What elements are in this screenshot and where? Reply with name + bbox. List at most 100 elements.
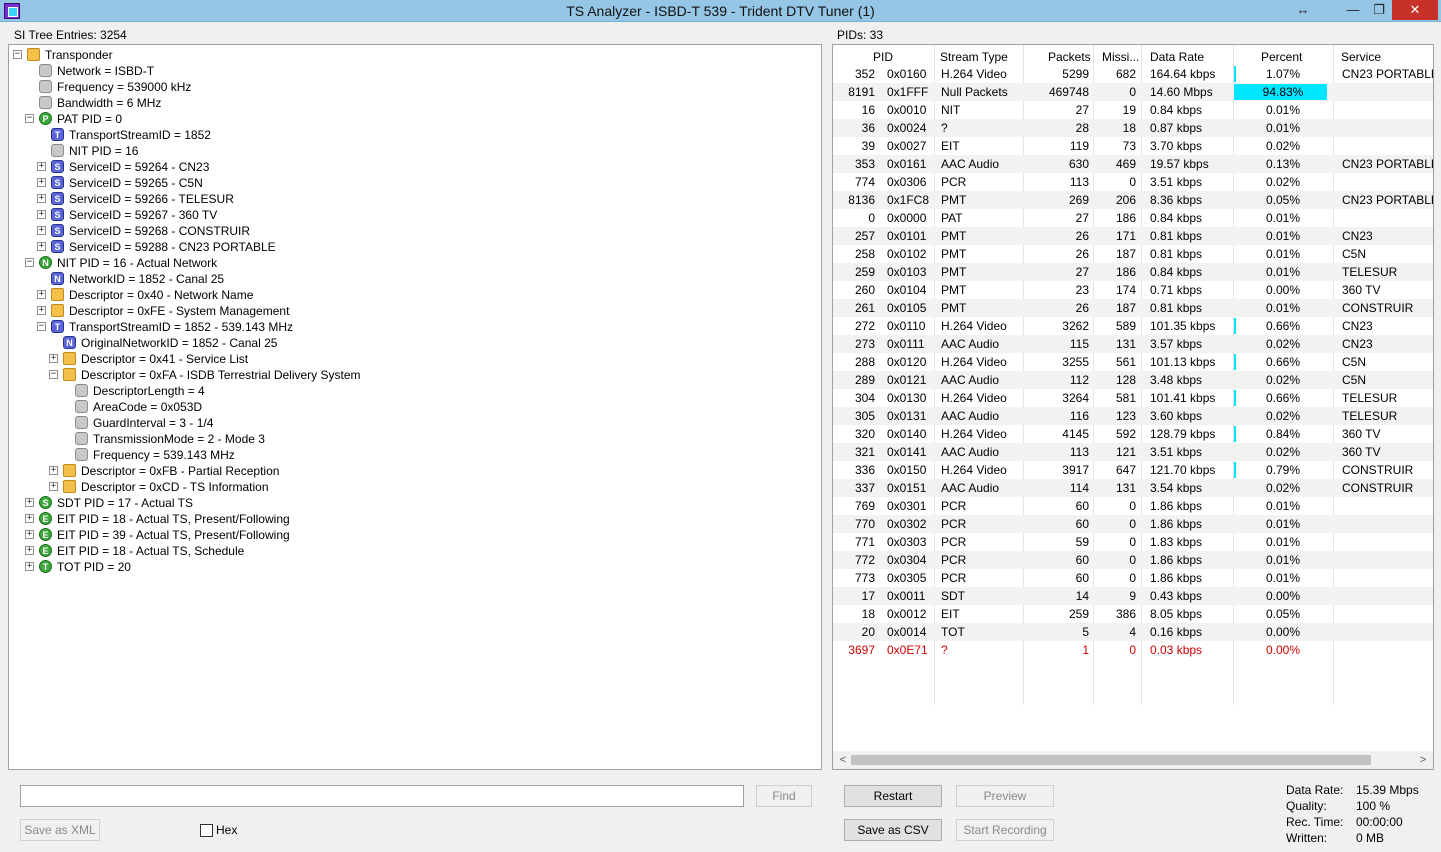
find-button[interactable]: Find xyxy=(756,785,812,807)
table-row[interactable]: 36 0x0024? 28 18 0.87 kbps 0.01% xyxy=(833,119,1433,137)
tree-node[interactable]: + E EIT PID = 18 - Actual TS, Present/Foll… xyxy=(9,511,809,527)
tree-node[interactable]: T TransportStreamID = 1852 xyxy=(9,127,809,143)
collapse-icon[interactable]: − xyxy=(37,322,46,331)
table-row[interactable]: 272 0x0110 H.264 Video 3262 589 101.35 kbps 0.… xyxy=(833,317,1433,335)
save-as-xml-button[interactable]: Save as XML xyxy=(20,819,100,841)
collapse-icon[interactable]: − xyxy=(13,50,22,59)
table-row[interactable]: 320 0x0140 H.264 Video 4145 592 128.79 kbps 0.… xyxy=(833,425,1433,443)
table-row[interactable]: 353 0x0161 AAC Audio 630 469 19.57 kbps 0.13% C… xyxy=(833,155,1433,173)
table-row[interactable]: 17 0x0011 SDT 14 9 0.43 kbps 0.00% xyxy=(833,587,1433,605)
table-row[interactable]: 273 0x0111 AAC Audio 115 131 3.57 kbps 0.02% CN… xyxy=(833,335,1433,353)
tree-node[interactable]: + Descriptor = 0xCD - TS Information xyxy=(9,479,809,495)
tree-node[interactable]: + S ServiceID = 59265 - C5N xyxy=(9,175,809,191)
table-row[interactable]: 257 0x0101 PMT 26 171 0.81 kbps 0.01% CN23 xyxy=(833,227,1433,245)
tree-node[interactable]: GuardInterval = 3 - 1/4 xyxy=(9,415,809,431)
column-header[interactable]: Service xyxy=(1341,49,1381,65)
tree-node[interactable]: DescriptorLength = 4 xyxy=(9,383,809,399)
table-row[interactable]: 20 0x0014 TOT 5 4 0.16 kbps 0.00% xyxy=(833,623,1433,641)
expand-icon[interactable]: + xyxy=(37,226,46,235)
tree-node[interactable]: + E EIT PID = 18 - Actual TS, Schedule xyxy=(9,543,809,559)
tree-node[interactable]: + S ServiceID = 59267 - 360 TV xyxy=(9,207,809,223)
tree-node[interactable]: Bandwidth = 6 MHz xyxy=(9,95,809,111)
column-header[interactable]: Data Rate xyxy=(1150,49,1204,65)
expand-icon[interactable]: + xyxy=(49,354,58,363)
expand-icon[interactable]: + xyxy=(37,162,46,171)
preview-button[interactable]: Preview xyxy=(956,785,1054,807)
si-tree-view[interactable]: − Transponder Network = ISBD-T Frequency = … xyxy=(8,44,822,770)
table-row[interactable]: 260 0x0104 PMT 23 174 0.71 kbps 0.00% 360 TV xyxy=(833,281,1433,299)
resize-arrows-icon[interactable]: ↔ xyxy=(1290,0,1316,20)
tree-node[interactable]: + Descriptor = 0x40 - Network Name xyxy=(9,287,809,303)
table-row[interactable]: 304 0x0130 H.264 Video 3264 581 101.41 kbps 0.… xyxy=(833,389,1433,407)
table-row[interactable]: 288 0x0120 H.264 Video 3255 561 101.13 kbps 0.… xyxy=(833,353,1433,371)
column-header[interactable]: Packets xyxy=(1048,49,1091,65)
expand-icon[interactable]: + xyxy=(25,530,34,539)
horizontal-scrollbar[interactable]: < > xyxy=(833,751,1433,769)
expand-icon[interactable]: + xyxy=(25,498,34,507)
tree-node[interactable]: − N NIT PID = 16 - Actual Network xyxy=(9,255,809,271)
tree-node[interactable]: − T TransportStreamID = 1852 - 539.143 MHz xyxy=(9,319,809,335)
tree-node[interactable]: AreaCode = 0x053D xyxy=(9,399,809,415)
tree-node[interactable]: + Descriptor = 0x41 - Service List xyxy=(9,351,809,367)
find-input[interactable] xyxy=(20,785,744,807)
expand-icon[interactable]: + xyxy=(25,546,34,555)
tree-node[interactable]: N NetworkID = 1852 - Canal 25 xyxy=(9,271,809,287)
hex-checkbox[interactable] xyxy=(200,824,213,837)
table-row[interactable]: 3697 0x0E71? 1 0 0.03 kbps 0.00% xyxy=(833,641,1433,659)
expand-icon[interactable]: + xyxy=(25,562,34,571)
maximize-button[interactable]: ❐ xyxy=(1366,0,1392,20)
tree-node[interactable]: Frequency = 539.143 MHz xyxy=(9,447,809,463)
expand-icon[interactable]: + xyxy=(37,242,46,251)
tree-node[interactable]: Frequency = 539000 kHz xyxy=(9,79,809,95)
minimize-button[interactable]: — xyxy=(1340,0,1366,20)
tree-node[interactable]: N OriginalNetworkID = 1852 - Canal 25 xyxy=(9,335,809,351)
restart-button[interactable]: Restart xyxy=(844,785,942,807)
expand-icon[interactable]: + xyxy=(37,306,46,315)
table-row[interactable]: 16 0x0010 NIT 27 19 0.84 kbps 0.01% xyxy=(833,101,1433,119)
column-header[interactable]: Missi... xyxy=(1102,49,1139,65)
table-row[interactable]: 289 0x0121 AAC Audio 112 128 3.48 kbps 0.02% C5… xyxy=(833,371,1433,389)
collapse-icon[interactable]: − xyxy=(25,258,34,267)
collapse-icon[interactable]: − xyxy=(25,114,34,123)
table-row[interactable]: 258 0x0102 PMT 26 187 0.81 kbps 0.01% C5N xyxy=(833,245,1433,263)
tree-node[interactable]: + S ServiceID = 59264 - CN23 xyxy=(9,159,809,175)
tree-node[interactable]: + S ServiceID = 59268 - CONSTRUIR xyxy=(9,223,809,239)
table-row[interactable]: 336 0x0150 H.264 Video 3917 647 121.70 kbps 0.… xyxy=(833,461,1433,479)
table-row[interactable]: 259 0x0103 PMT 27 186 0.84 kbps 0.01% TELESUR xyxy=(833,263,1433,281)
expand-icon[interactable]: + xyxy=(37,194,46,203)
table-row[interactable]: 18 0x0012 EIT 259 386 8.05 kbps 0.05% xyxy=(833,605,1433,623)
save-as-csv-button[interactable]: Save as CSV xyxy=(844,819,942,841)
tree-node[interactable]: + E EIT PID = 39 - Actual TS, Present/Foll… xyxy=(9,527,809,543)
table-row[interactable]: 774 0x0306 PCR 113 0 3.51 kbps 0.02% xyxy=(833,173,1433,191)
column-header[interactable]: Stream Type xyxy=(940,49,1008,65)
column-header[interactable]: Percent xyxy=(1261,49,1302,65)
close-button[interactable]: ✕ xyxy=(1392,0,1438,20)
scroll-left-icon[interactable]: < xyxy=(835,751,851,769)
expand-icon[interactable]: + xyxy=(49,482,58,491)
table-row[interactable]: 305 0x0131 AAC Audio 116 123 3.60 kbps 0.02% TE… xyxy=(833,407,1433,425)
tree-node[interactable]: + Descriptor = 0xFB - Partial Reception xyxy=(9,463,809,479)
tree-node[interactable]: + S SDT PID = 17 - Actual TS xyxy=(9,495,809,511)
table-row[interactable]: 8191 0x1FFF Null Packets 469748 0 14.60 Mbps 9… xyxy=(833,83,1433,101)
tree-node[interactable]: TransmissionMode = 2 - Mode 3 xyxy=(9,431,809,447)
column-header[interactable]: PID xyxy=(873,49,893,65)
tree-node[interactable]: + T TOT PID = 20 xyxy=(9,559,809,575)
expand-icon[interactable]: + xyxy=(37,210,46,219)
tree-node[interactable]: + S ServiceID = 59266 - TELESUR xyxy=(9,191,809,207)
expand-icon[interactable]: + xyxy=(25,514,34,523)
tree-node[interactable]: + S ServiceID = 59288 - CN23 PORTABLE xyxy=(9,239,809,255)
scrollbar-thumb[interactable] xyxy=(851,755,1371,765)
start-recording-button[interactable]: Start Recording xyxy=(956,819,1054,841)
table-row[interactable]: 771 0x0303 PCR 59 0 1.83 kbps 0.01% xyxy=(833,533,1433,551)
table-row[interactable]: 352 0x0160 H.264 Video 5299 682 164.64 kbps 1.… xyxy=(833,65,1433,83)
table-row[interactable]: 261 0x0105 PMT 26 187 0.81 kbps 0.01% CONSTRUIR xyxy=(833,299,1433,317)
tree-node[interactable]: NIT PID = 16 xyxy=(9,143,809,159)
table-row[interactable]: 769 0x0301 PCR 60 0 1.86 kbps 0.01% xyxy=(833,497,1433,515)
table-row[interactable]: 337 0x0151 AAC Audio 114 131 3.54 kbps 0.02% CO… xyxy=(833,479,1433,497)
table-row[interactable]: 8136 0x1FC8 PMT 269 206 8.36 kbps 0.05% CN23 PO… xyxy=(833,191,1433,209)
scroll-right-icon[interactable]: > xyxy=(1415,751,1431,769)
tree-node[interactable]: + Descriptor = 0xFE - System Management xyxy=(9,303,809,319)
table-row[interactable]: 321 0x0141 AAC Audio 113 121 3.51 kbps 0.02% 36… xyxy=(833,443,1433,461)
tree-node[interactable]: Network = ISBD-T xyxy=(9,63,809,79)
table-row[interactable]: 39 0x0027 EIT 119 73 3.70 kbps 0.02% xyxy=(833,137,1433,155)
